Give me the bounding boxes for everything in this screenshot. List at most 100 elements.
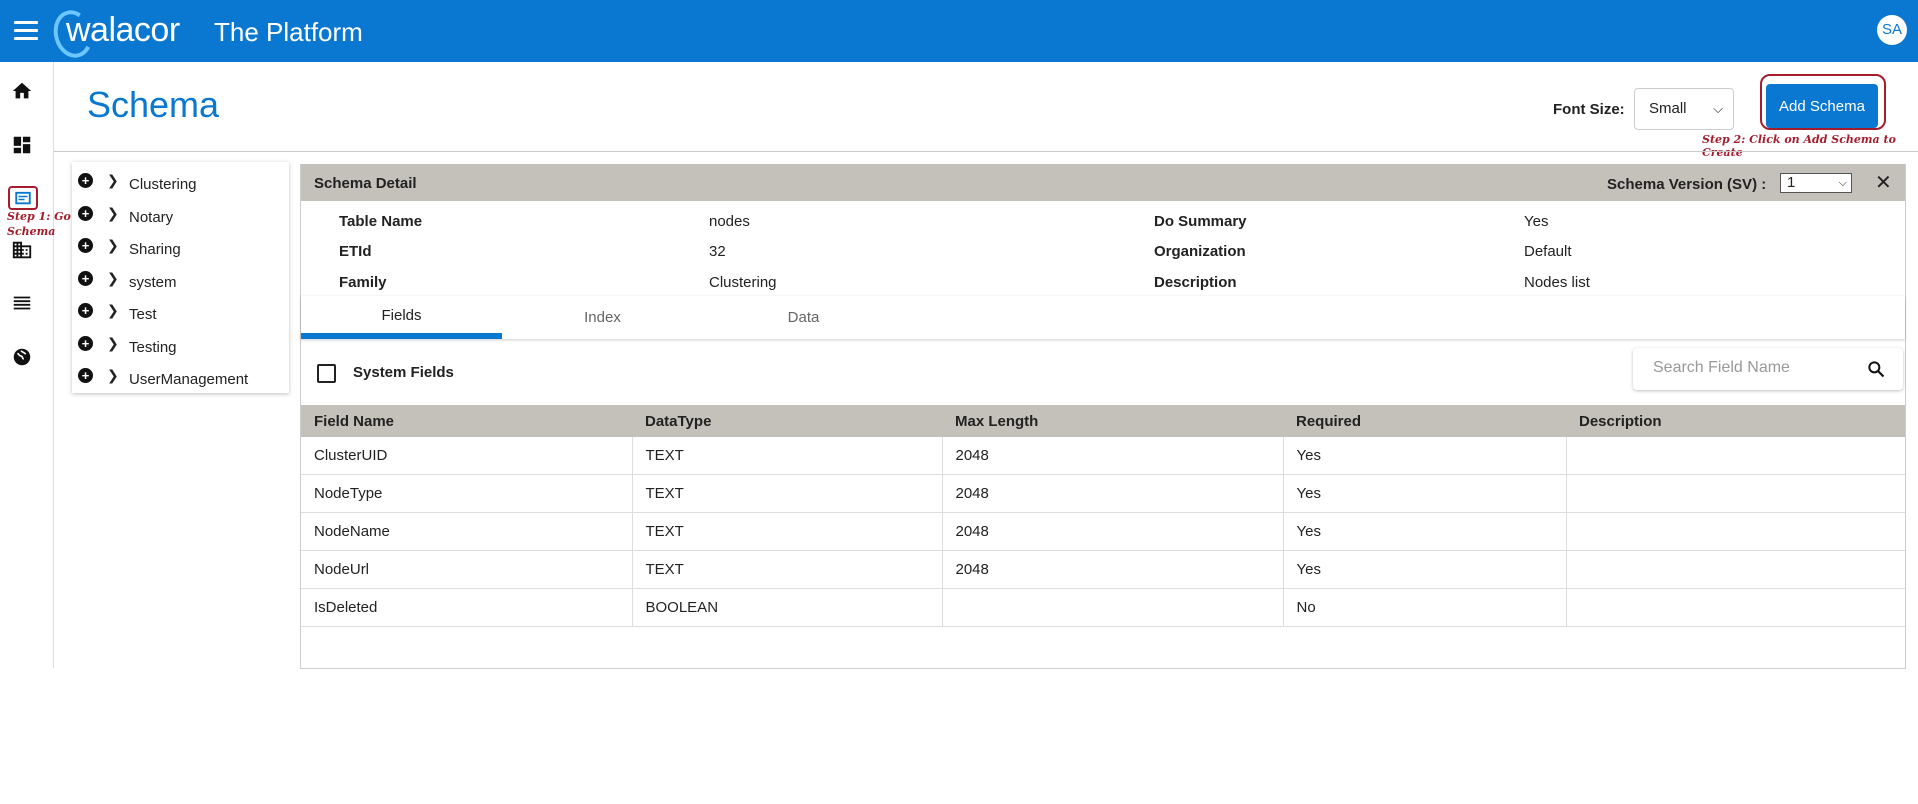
search-box: [1633, 348, 1903, 390]
detail-tabs: Fields Index Data: [301, 296, 1905, 339]
tree-item-label: Test: [129, 306, 157, 323]
home-icon[interactable]: [9, 78, 35, 104]
tree-item-label: UserManagement: [129, 371, 249, 388]
search-icon[interactable]: [1866, 359, 1886, 379]
detail-title: Schema Detail: [314, 175, 417, 192]
step2-annotation: Step 2: Click on Add Schema to Create: [1702, 133, 1896, 159]
organization-icon[interactable]: [9, 237, 35, 263]
search-input[interactable]: [1651, 358, 1855, 378]
required-cell: Yes: [1283, 437, 1567, 475]
description-cell: [1566, 437, 1905, 475]
tab-data[interactable]: Data: [703, 296, 904, 339]
tree-item-label: Testing: [129, 339, 177, 356]
field-name-cell: ClusterUID: [301, 437, 633, 475]
app-title: The Platform: [214, 17, 363, 47]
tree-item-label: Sharing: [129, 241, 181, 258]
add-schema-button[interactable]: Add Schema: [1766, 84, 1878, 128]
chevron-right-icon[interactable]: ❯: [107, 270, 119, 287]
font-size-select[interactable]: Small ⌵: [1634, 88, 1734, 130]
add-icon[interactable]: +: [78, 368, 93, 383]
family-value: Clustering: [709, 274, 777, 291]
schema-tree: + ❯ Clustering + ❯ Notary + ❯ Sharing + …: [72, 162, 289, 393]
schema-version-label: Schema Version (SV) :: [1607, 176, 1767, 193]
close-icon[interactable]: ✕: [1875, 170, 1892, 195]
add-icon[interactable]: +: [78, 206, 93, 221]
list-icon[interactable]: [9, 290, 35, 316]
chevron-right-icon[interactable]: ❯: [107, 205, 119, 222]
tree-item[interactable]: + ❯ Sharing: [72, 235, 289, 261]
chevron-right-icon[interactable]: ❯: [107, 172, 119, 189]
field-name-cell: NodeType: [301, 474, 633, 513]
description-label: Description: [1154, 274, 1237, 291]
schema-detail-header: Schema Detail Schema Version (SV) : 1 ⌵ …: [301, 164, 1905, 201]
do-summary-label: Do Summary: [1154, 213, 1247, 230]
add-icon[interactable]: +: [78, 271, 93, 286]
description-cell: [1566, 474, 1905, 513]
description-cell: [1566, 550, 1905, 589]
schema-version-select[interactable]: 1 ⌵: [1780, 173, 1852, 193]
table-row[interactable]: NodeUrl TEXT 2048 Yes: [301, 550, 1905, 589]
dashboard-icon[interactable]: [9, 132, 35, 158]
divider: [54, 151, 1918, 152]
organization-label: Organization: [1154, 243, 1246, 260]
table-header-row: Field Name DataType Max Length Required …: [301, 405, 1905, 437]
column-header[interactable]: Max Length: [942, 405, 1283, 437]
add-icon[interactable]: +: [78, 303, 93, 318]
column-header[interactable]: DataType: [632, 405, 942, 437]
tree-item-label: system: [129, 274, 177, 291]
description-value: Nodes list: [1524, 274, 1590, 291]
font-size-label: Font Size:: [1553, 101, 1625, 118]
datatype-cell: TEXT: [632, 437, 943, 475]
avatar[interactable]: SA: [1877, 15, 1907, 45]
system-fields-checkbox[interactable]: [317, 364, 336, 383]
chevron-right-icon[interactable]: ❯: [107, 237, 119, 254]
column-header[interactable]: Description: [1566, 405, 1905, 437]
max-length-cell: [942, 588, 1284, 627]
tab-index[interactable]: Index: [502, 296, 703, 339]
add-icon[interactable]: +: [78, 173, 93, 188]
font-size-value: Small: [1649, 100, 1687, 117]
tree-item-label: Clustering: [129, 176, 197, 193]
chevron-right-icon[interactable]: ❯: [107, 335, 119, 352]
field-name-cell: NodeName: [301, 512, 633, 551]
tree-item[interactable]: + ❯ system: [72, 268, 289, 294]
top-bar: walacor The Platform SA: [0, 0, 1918, 63]
table-row[interactable]: ClusterUID TEXT 2048 Yes: [301, 437, 1905, 475]
field-name-cell: NodeUrl: [301, 550, 633, 589]
description-cell: [1566, 588, 1905, 627]
tree-item[interactable]: + ❯ UserManagement: [72, 365, 289, 391]
etid-value: 32: [709, 243, 726, 260]
tab-fields[interactable]: Fields: [301, 296, 502, 339]
etid-label: ETId: [339, 243, 372, 260]
table-row[interactable]: NodeType TEXT 2048 Yes: [301, 474, 1905, 513]
tree-item[interactable]: + ❯ Test: [72, 300, 289, 326]
column-header[interactable]: Field Name: [301, 405, 632, 437]
datatype-cell: TEXT: [632, 550, 943, 589]
add-icon[interactable]: +: [78, 336, 93, 351]
do-summary-value: Yes: [1524, 213, 1549, 230]
add-icon[interactable]: +: [78, 238, 93, 253]
tree-item[interactable]: + ❯ Testing: [72, 333, 289, 359]
tree-item[interactable]: + ❯ Notary: [72, 203, 289, 229]
table-name-label: Table Name: [339, 213, 423, 230]
chevron-right-icon[interactable]: ❯: [107, 367, 119, 384]
table-row[interactable]: IsDeleted BOOLEAN No: [301, 588, 1905, 627]
organization-value: Default: [1524, 243, 1572, 260]
schema-icon[interactable]: [8, 186, 38, 210]
max-length-cell: 2048: [942, 437, 1284, 475]
walacor-logo[interactable]: walacor: [48, 5, 180, 63]
brand-name: walacor: [66, 10, 180, 49]
table-row[interactable]: NodeName TEXT 2048 Yes: [301, 512, 1905, 551]
chevron-right-icon[interactable]: ❯: [107, 302, 119, 319]
description-cell: [1566, 512, 1905, 551]
globe-icon[interactable]: [9, 344, 35, 370]
max-length-cell: 2048: [942, 474, 1284, 513]
tree-item-label: Notary: [129, 209, 174, 226]
tree-item[interactable]: + ❯ Clustering: [72, 170, 289, 196]
schema-version-value: 1: [1787, 174, 1796, 191]
system-fields-label: System Fields: [353, 364, 454, 381]
max-length-cell: 2048: [942, 512, 1284, 551]
column-header[interactable]: Required: [1283, 405, 1566, 437]
menu-icon[interactable]: [14, 21, 38, 41]
chevron-down-icon: ⌵: [1838, 177, 1847, 189]
